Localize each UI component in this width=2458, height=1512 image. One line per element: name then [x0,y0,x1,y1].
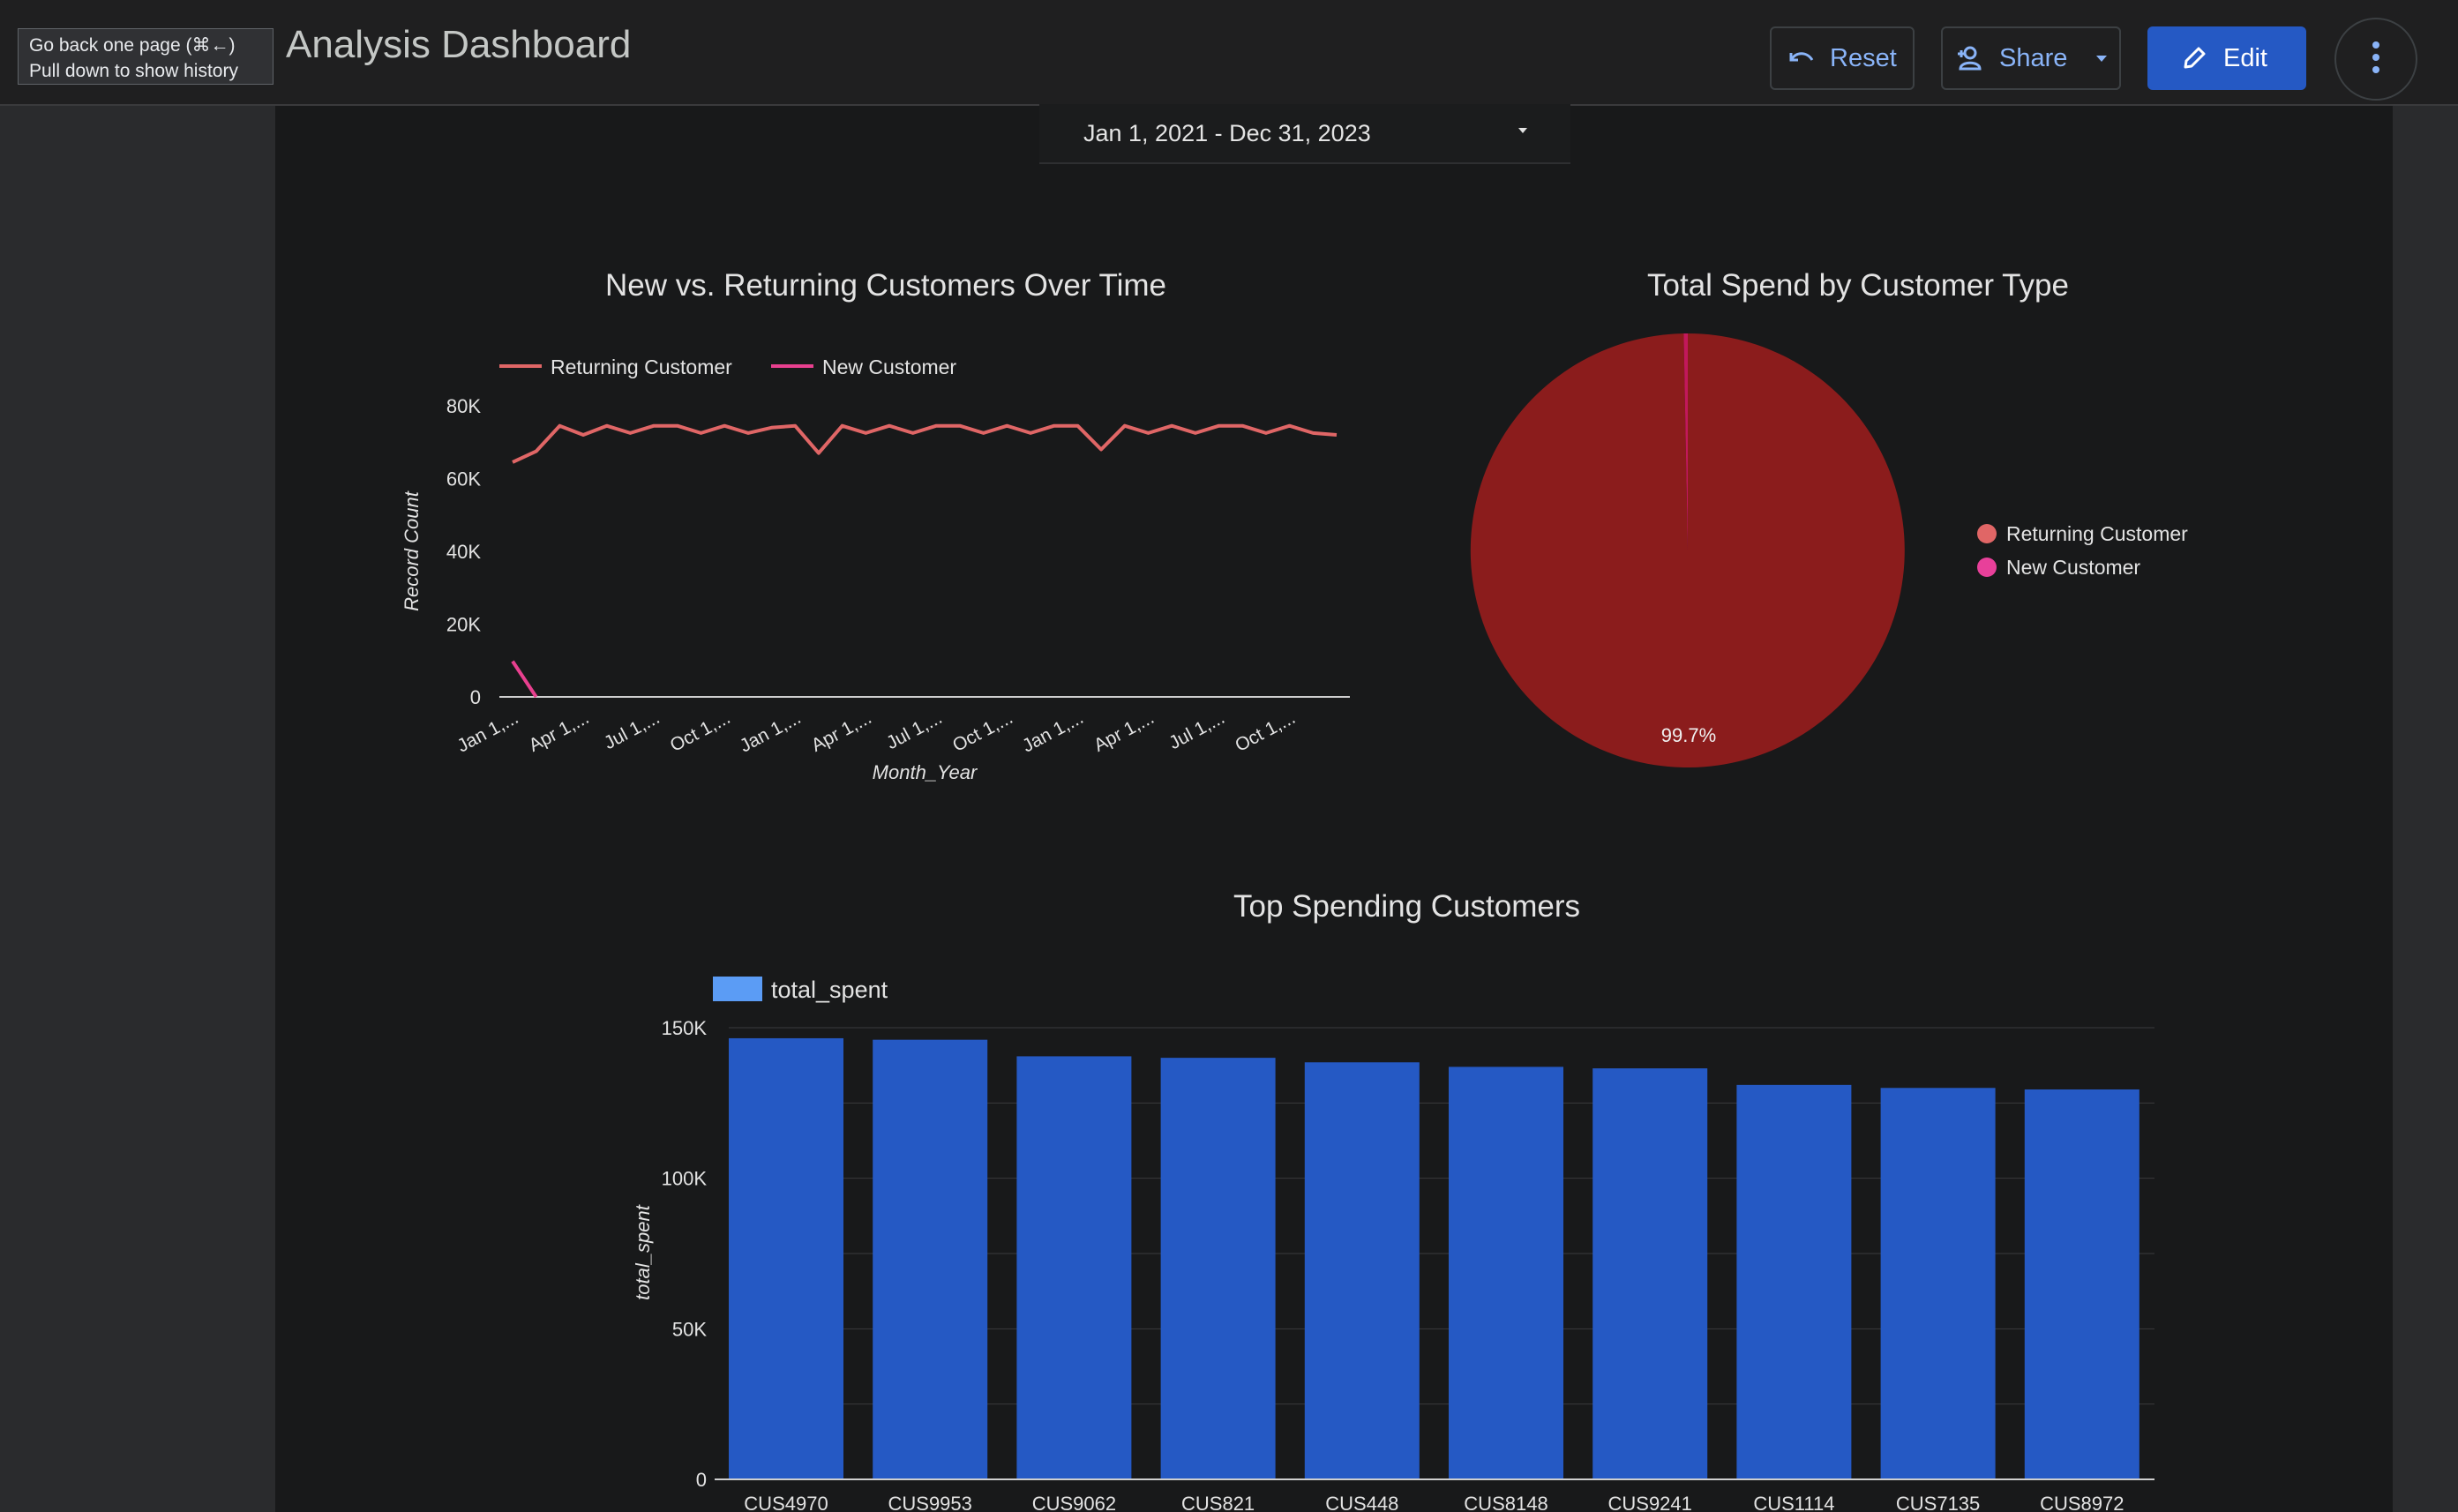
pie-legend-returning-swatch [1977,524,1997,543]
reset-button[interactable]: Reset [1770,26,1915,90]
bar-y-axis: 0 50K 100K 150K [662,1017,708,1491]
line-y-tick-label: 20K [446,614,481,636]
pie-legend: Returning Customer New Customer [1977,522,2188,579]
bar[interactable] [1592,1068,1708,1479]
bar-x-tick-label: CUS9241 [1608,1493,1692,1512]
line-chart-title: New vs. Returning Customers Over Time [605,268,1167,303]
bar-legend-swatch [713,977,762,1001]
line-x-tick-label: Jul 1,... [1165,707,1228,753]
bar-series [729,1037,2140,1479]
line-x-tick-label: Jan 1,... [454,707,522,756]
edit-button-label: Edit [2223,43,2267,72]
reset-button-label: Reset [1830,43,1897,72]
bar[interactable] [1449,1067,1563,1479]
more-options-button[interactable] [2334,18,2417,101]
bar[interactable] [2024,1089,2140,1479]
bar-y-tick-label: 100K [662,1168,708,1190]
line-x-ticks: Jan 1,... Apr 1,... Jul 1,... Oct 1,... Jan … [454,707,1299,756]
bar-chart-title: Top Spending Customers [1233,889,1580,924]
line-y-tick-label: 0 [470,686,481,708]
left-gutter [0,106,275,1512]
bar-x-tick-label: CUS9062 [1032,1493,1116,1512]
line-x-tick-label: Jul 1,... [601,707,663,753]
bar[interactable] [1880,1088,1996,1479]
bar-legend: total_spent [713,977,888,1003]
bar-x-tick-label: CUS8972 [2040,1493,2124,1512]
bar-y-tick-label: 150K [662,1017,708,1039]
bar[interactable] [729,1037,843,1479]
line-y-axis-title: Record Count [401,490,423,611]
returning-customer-line [512,423,1338,464]
legend-returning-label: Returning Customer [551,356,732,378]
bar-x-tick-label: CUS448 [1325,1493,1398,1512]
right-gutter [2393,106,2458,1512]
tooltip-line-1: Go back one page (⌘←) [29,35,236,56]
line-y-tick-label: 40K [446,541,481,563]
line-x-tick-label: Apr 1,... [808,707,875,756]
top-bar: Go back one page (⌘←) Pull down to show … [0,0,2458,106]
date-dropdown-caret-icon [1516,124,1530,139]
pie-slice-label: 99.7% [1661,724,1716,746]
more-vert-icon [2372,41,2380,78]
share-menu-button[interactable] [2084,26,2121,90]
bar-y-axis-title: total_spent [632,1204,654,1300]
line-legend: Returning Customer New Customer [499,356,956,378]
pie-legend-new-swatch [1977,558,1997,577]
bar[interactable] [1304,1062,1420,1479]
back-navigation-tooltip: Go back one page (⌘←) Pull down to show … [18,28,274,85]
bar-y-tick-label: 0 [696,1469,707,1491]
bar-x-tick-label: CUS1114 [1753,1493,1834,1512]
line-x-tick-label: Apr 1,... [526,707,593,756]
share-button-label: Share [1999,43,2068,72]
bar[interactable] [873,1039,988,1479]
bar-x-axis-labels: CUS4970 CUS9953 CUS9062 CUS821 CUS448 CUS8148… [744,1493,2124,1512]
bar-x-tick-label: CUS7135 [1896,1493,1980,1512]
caret-down-icon [2095,54,2109,63]
line-y-tick-label: 80K [446,395,481,417]
page-title: Analysis Dashboard [286,23,632,66]
bar-y-tick-label: 50K [672,1318,707,1340]
line-x-tick-label: Apr 1,... [1090,707,1158,756]
bar[interactable] [1160,1058,1276,1479]
bar-x-tick-label: CUS4970 [744,1493,828,1512]
dashboard-app: Go back one page (⌘←) Pull down to show … [0,0,2458,1512]
line-x-axis-title: Month_Year [873,761,978,783]
new-customer-line [511,660,538,699]
bar[interactable] [1016,1056,1132,1479]
edit-button[interactable]: Edit [2147,26,2306,90]
date-range-value: Jan 1, 2021 - Dec 31, 2023 [1083,119,1371,146]
undo-icon [1787,47,1816,70]
bar-x-tick-label: CUS8148 [1464,1493,1547,1512]
line-y-axis: 0 20K 40K 60K 80K [446,395,481,708]
pie-legend-new-label: New Customer [2006,556,2140,579]
date-range-control[interactable]: Jan 1, 2021 - Dec 31, 2023 [1039,104,1570,164]
legend-new-label: New Customer [822,356,956,378]
person-add-icon [1955,45,1987,71]
bar-chart: total_spent 050K100K150K CUS4970 CUS9953 C… [632,977,2154,1512]
line-x-tick-label: Oct 1,... [667,707,734,756]
pie-legend-returning-label: Returning Customer [2006,522,2188,545]
line-x-tick-label: Oct 1,... [949,707,1016,756]
line-chart: Returning Customer New Customer 0 20K 40K 6… [401,356,1350,783]
tooltip-line-2: Pull down to show history [29,61,238,81]
pie-chart-title: Total Spend by Customer Type [1647,268,2069,303]
bar-legend-label: total_spent [771,977,888,1003]
pie-chart: 99.7% Returning Customer New Customer [1470,333,2188,767]
line-x-tick-label: Jan 1,... [1019,707,1087,756]
bar[interactable] [1736,1084,1852,1479]
line-x-tick-label: Jan 1,... [737,707,805,756]
line-x-tick-label: Oct 1,... [1232,707,1299,756]
line-y-tick-label: 60K [446,468,481,490]
line-x-tick-label: Jul 1,... [883,707,946,753]
pencil-icon [2181,45,2207,71]
bar-x-tick-label: CUS9953 [888,1493,972,1512]
bar-x-tick-label: CUS821 [1181,1493,1255,1512]
